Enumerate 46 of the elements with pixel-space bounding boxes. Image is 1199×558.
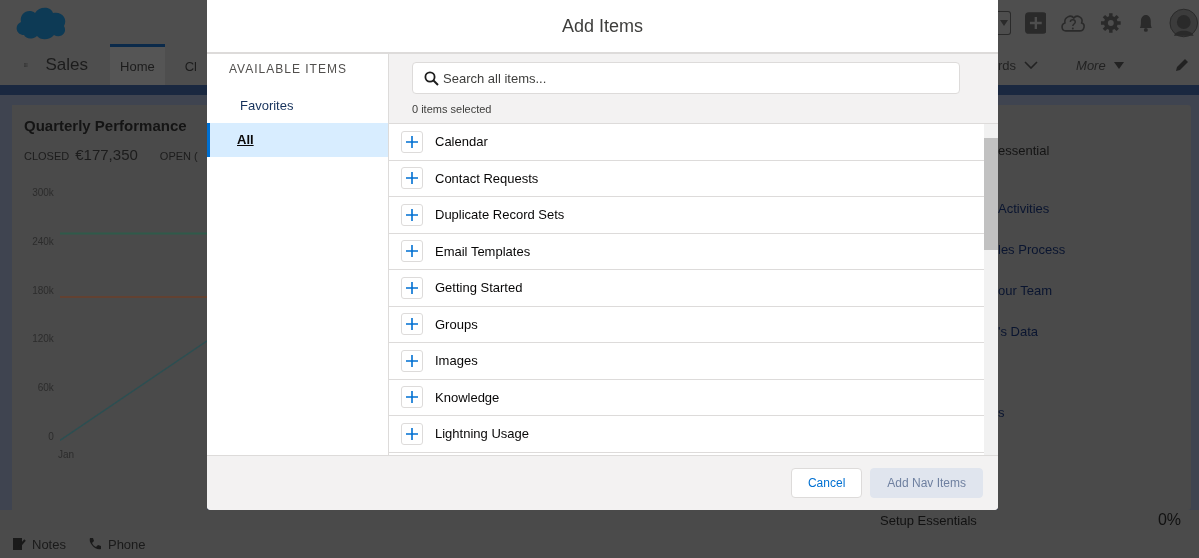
- dropdown-caret-icon[interactable]: [998, 10, 1011, 35]
- avatar-icon[interactable]: [1169, 7, 1199, 38]
- selection-count: 0 items selected: [412, 103, 493, 115]
- dialog-title: Add Items: [561, 15, 643, 37]
- add-button[interactable]: [401, 422, 423, 445]
- plus-icon: [406, 354, 418, 367]
- progress-percent: 0%: [1157, 511, 1181, 529]
- list-item[interactable]: Duplicate Record Sets: [389, 197, 984, 234]
- list-item[interactable]: Calendar: [389, 124, 984, 161]
- add-icon[interactable]: [1024, 11, 1047, 34]
- plus-icon: [406, 318, 418, 331]
- plus-icon: [406, 135, 418, 148]
- plus-icon: [406, 427, 418, 440]
- sidebar-item[interactable]: All: [207, 123, 388, 157]
- add-button[interactable]: [401, 276, 423, 299]
- card-title: Setup Essentials: [880, 512, 977, 528]
- search-field[interactable]: Search all items...: [412, 62, 960, 94]
- plus-icon: [406, 391, 418, 404]
- add-button[interactable]: [401, 167, 423, 190]
- chevron-down-icon[interactable]: [1024, 61, 1039, 69]
- section-heading: AVAILABLE ITEMS: [228, 61, 348, 78]
- add-button[interactable]: [401, 203, 423, 226]
- list-item[interactable]: Knowledge: [389, 379, 984, 416]
- plus-icon: [406, 208, 418, 221]
- add-button[interactable]: [401, 130, 423, 153]
- list-item[interactable]: Contact Requests: [389, 160, 984, 197]
- list-item[interactable]: Getting Started: [389, 270, 984, 307]
- cancel-button[interactable]: Cancel: [790, 468, 863, 498]
- settings-icon[interactable]: [1100, 11, 1122, 34]
- add-button[interactable]: [401, 349, 423, 372]
- list-item[interactable]: Images: [389, 343, 984, 380]
- plus-icon: [406, 281, 418, 294]
- sidebar-item[interactable]: Favorites: [207, 88, 388, 123]
- add-button[interactable]: [401, 240, 423, 263]
- list-item[interactable]: Groups: [389, 306, 984, 343]
- notes-icon[interactable]: [12, 537, 26, 551]
- plus-icon: [406, 172, 418, 185]
- plus-icon: [406, 245, 418, 258]
- add-button[interactable]: [401, 386, 423, 409]
- list-item[interactable]: Lightning Usage: [389, 416, 984, 453]
- phone-icon[interactable]: [87, 537, 102, 551]
- card-text: s: [998, 405, 1006, 421]
- list-item[interactable]: Email Templates: [389, 233, 984, 270]
- pencil-icon[interactable]: [1175, 58, 1189, 72]
- caret-down-icon[interactable]: [1113, 61, 1124, 69]
- add-button[interactable]: [401, 313, 423, 336]
